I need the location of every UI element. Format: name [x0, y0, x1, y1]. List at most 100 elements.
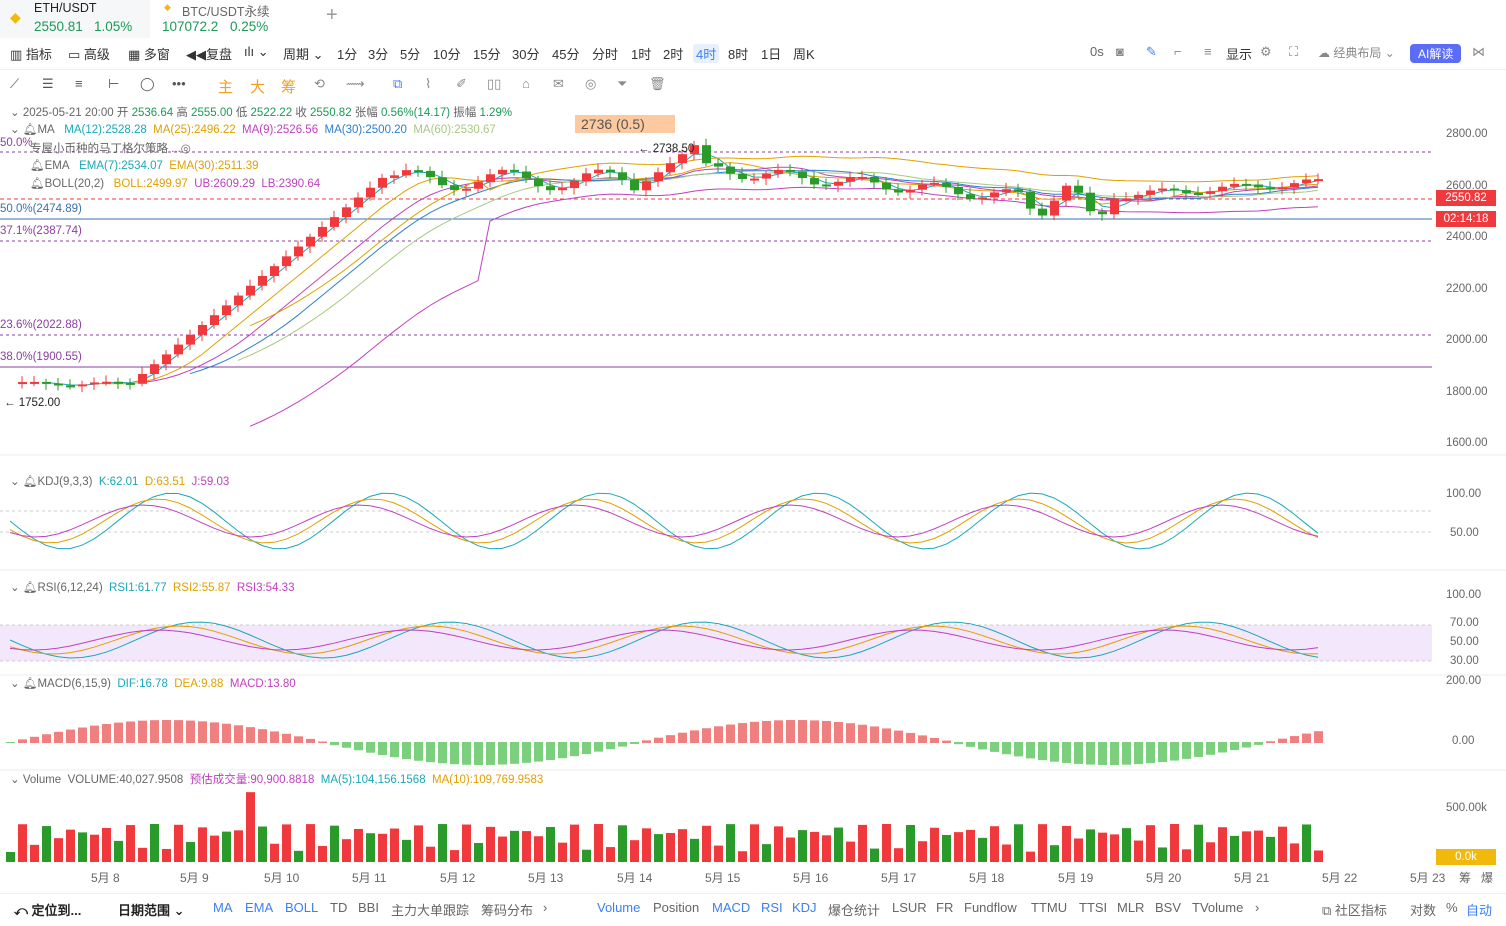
lock-icon[interactable]: ⌂: [522, 76, 530, 91]
main-ind-whale[interactable]: 主力大单跟踪: [391, 900, 469, 919]
multi-window-button[interactable]: ▦ 多窗: [128, 44, 170, 63]
liquidation-axis-button[interactable]: 爆: [1481, 869, 1493, 886]
list-icon[interactable]: ≡: [1204, 44, 1212, 59]
period-45m[interactable]: 45分: [552, 44, 579, 63]
fullscreen-icon[interactable]: ⛶: [1289, 44, 1298, 60]
chevron-down-icon[interactable]: ⌄: [10, 582, 20, 594]
chip-button[interactable]: 筹: [281, 76, 296, 97]
chevron-right-icon[interactable]: ›: [1255, 900, 1259, 915]
chip-axis-button[interactable]: 筹: [1459, 869, 1471, 886]
big-order-button[interactable]: 大: [250, 76, 265, 97]
settings-icon[interactable]: ⚙: [1260, 44, 1272, 60]
sub-ind-tvolume[interactable]: TVolume: [1192, 900, 1243, 915]
share-icon[interactable]: ⋈: [1472, 44, 1485, 60]
candle-tool-icon[interactable]: ▯▯: [487, 76, 501, 92]
period-timeshare[interactable]: 分时: [592, 44, 618, 63]
sub-ind-macd[interactable]: MACD: [712, 900, 750, 915]
bell-icon[interactable]: 🔔︎: [23, 476, 38, 488]
period-dropdown[interactable]: 周期 ⌄: [283, 44, 324, 63]
eye-icon[interactable]: ◎: [181, 143, 191, 155]
period-2h[interactable]: 2时: [663, 44, 683, 63]
bell-icon[interactable]: 🔔︎: [23, 678, 38, 690]
period-3m[interactable]: 3分: [368, 44, 388, 63]
parallel-lines-icon[interactable]: ☰: [42, 76, 54, 92]
locate-button[interactable]: ⤺ 定位到...: [14, 900, 81, 919]
bell-icon[interactable]: 🔔︎: [30, 160, 45, 172]
channel-icon[interactable]: ≡: [75, 76, 83, 91]
camera-icon[interactable]: ◙: [1116, 44, 1124, 59]
display-button[interactable]: 显示: [1226, 44, 1252, 63]
sub-ind-fundflow[interactable]: Fundflow: [964, 900, 1017, 915]
copy-icon[interactable]: ⧉: [393, 76, 402, 92]
bell-icon[interactable]: 🔔︎: [23, 124, 38, 136]
sub-ind-lsur[interactable]: LSUR: [892, 900, 927, 915]
more-dots-icon[interactable]: •••: [172, 76, 186, 91]
main-force-button[interactable]: 主: [218, 76, 233, 97]
measure-icon[interactable]: ⟲: [314, 76, 325, 92]
candle-type-button[interactable]: ılı ⌄: [244, 44, 269, 60]
period-1h[interactable]: 1时: [631, 44, 651, 63]
strategy-note[interactable]: 专屋小币种的马丁格尔策略 ...◎: [30, 140, 191, 156]
period-5m[interactable]: 5分: [400, 44, 420, 63]
filter-icon[interactable]: ⏷: [617, 76, 627, 92]
main-ind-boll[interactable]: BOLL: [285, 900, 318, 915]
log-scale-toggle[interactable]: 对数: [1410, 900, 1436, 919]
bell-icon[interactable]: 🔔︎: [23, 582, 38, 594]
sub-ind-position[interactable]: Position: [653, 900, 699, 915]
date-range-dropdown[interactable]: 日期范围 ⌄: [118, 900, 185, 919]
period-10m[interactable]: 10分: [433, 44, 460, 63]
main-ind-td[interactable]: TD: [330, 900, 347, 915]
main-ind-ema[interactable]: EMA: [245, 900, 273, 915]
sub-ind-rsi[interactable]: RSI: [761, 900, 783, 915]
ai-interpret-button[interactable]: AI解读: [1410, 44, 1462, 63]
period-8h[interactable]: 8时: [728, 44, 748, 63]
indicator-button[interactable]: ▥ 指标: [10, 44, 52, 63]
countdown-tag: 02:14:18: [1436, 211, 1496, 227]
auto-scale-toggle[interactable]: 自动: [1466, 900, 1492, 919]
main-ind-ma[interactable]: MA: [213, 900, 233, 915]
chevron-down-icon[interactable]: ⌄: [10, 107, 20, 119]
period-4h[interactable]: 4时: [693, 44, 720, 63]
pen-icon[interactable]: ⌇: [425, 76, 431, 92]
layout-dropdown[interactable]: ☁ 经典布局 ⌄: [1318, 44, 1395, 61]
community-indicator-button[interactable]: ⧉ 社区指标: [1322, 900, 1387, 919]
sub-ind-bsv[interactable]: BSV: [1155, 900, 1181, 915]
sub-ind-mlr[interactable]: MLR: [1117, 900, 1144, 915]
magnet-icon[interactable]: ◎: [585, 76, 596, 92]
crop-icon[interactable]: ⌐: [1174, 44, 1182, 59]
sub-ind-volume[interactable]: Volume: [597, 900, 640, 915]
period-15m[interactable]: 15分: [473, 44, 500, 63]
circle-icon[interactable]: ◯: [140, 76, 155, 92]
add-tab-icon[interactable]: +: [326, 4, 338, 27]
sub-ind-ttmu[interactable]: TTMU: [1031, 900, 1067, 915]
price-annotation-box[interactable]: 2736 (0.5): [575, 115, 675, 133]
highlighter-icon[interactable]: ✐: [456, 76, 467, 92]
chevron-right-icon[interactable]: ›: [543, 900, 547, 915]
replay-button[interactable]: ◀◀复盘: [186, 44, 232, 63]
advanced-button[interactable]: ▭ 高级: [68, 44, 110, 63]
brush-icon[interactable]: ⟿: [346, 76, 365, 92]
chevron-down-icon[interactable]: ⌄: [10, 774, 20, 786]
chevron-down-icon[interactable]: ⌄: [10, 124, 20, 136]
sub-ind-ttsi[interactable]: TTSI: [1079, 900, 1107, 915]
bell-icon[interactable]: 🔔︎: [30, 178, 45, 190]
period-1w[interactable]: 周K: [793, 44, 815, 63]
sub-ind-fr[interactable]: FR: [936, 900, 953, 915]
period-1d[interactable]: 1日: [761, 44, 781, 63]
pencil-icon[interactable]: ✎: [1146, 44, 1157, 60]
period-1m[interactable]: 1分: [337, 44, 357, 63]
tab-btc[interactable]: ◆ BTC/USDT永续 107072.2 0.25%: [152, 0, 302, 38]
percent-scale-toggle[interactable]: %: [1446, 900, 1458, 915]
chevron-down-icon[interactable]: ⌄: [10, 476, 20, 488]
trash-icon[interactable]: 🗑: [649, 76, 666, 92]
period-30m[interactable]: 30分: [512, 44, 539, 63]
tab-eth[interactable]: ◆ ETH/USDT 2550.81 1.05%: [0, 0, 150, 38]
note-icon[interactable]: ✉: [553, 76, 564, 92]
horizontal-line-icon[interactable]: ⊢: [108, 76, 119, 92]
trendline-icon[interactable]: ⟋: [10, 76, 19, 92]
main-ind-chips[interactable]: 筹码分布: [481, 900, 533, 919]
main-ind-bbi[interactable]: BBI: [358, 900, 379, 915]
sub-ind-liquidation[interactable]: 爆仓统计: [828, 900, 880, 919]
chevron-down-icon[interactable]: ⌄: [10, 678, 20, 690]
sub-ind-kdj[interactable]: KDJ: [792, 900, 817, 915]
